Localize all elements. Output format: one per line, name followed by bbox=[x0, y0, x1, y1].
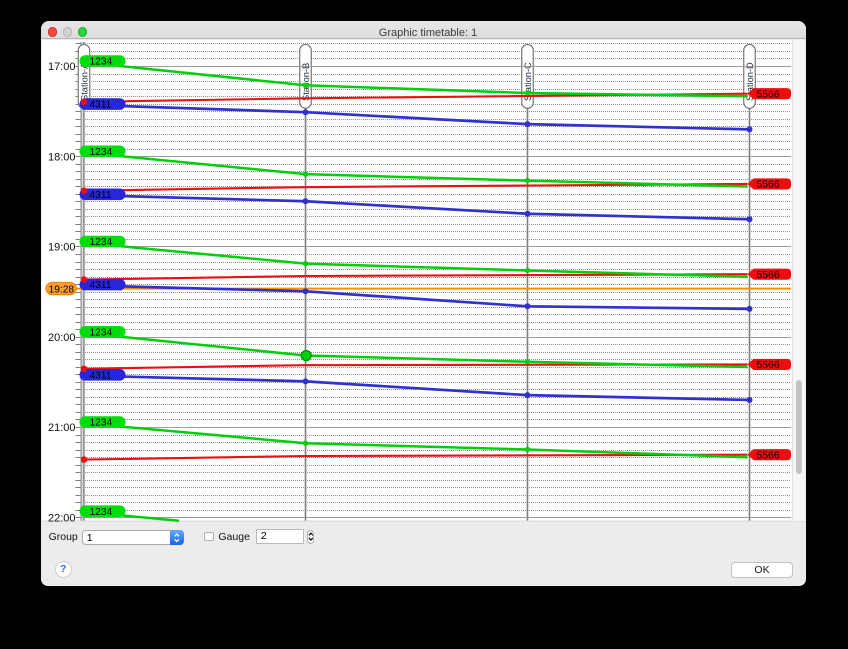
svg-text:1234: 1234 bbox=[90, 57, 113, 68]
svg-text:19:28: 19:28 bbox=[49, 284, 75, 295]
svg-text:22:00: 22:00 bbox=[48, 512, 76, 524]
svg-text:21:00: 21:00 bbox=[48, 422, 76, 434]
svg-text:4311: 4311 bbox=[90, 280, 112, 291]
svg-text:5566: 5566 bbox=[757, 180, 780, 191]
svg-text:18:00: 18:00 bbox=[48, 151, 76, 163]
svg-text:4311: 4311 bbox=[90, 100, 112, 111]
svg-text:17:00: 17:00 bbox=[48, 61, 76, 73]
svg-text:Station-A: Station-A bbox=[79, 62, 89, 101]
svg-text:5566: 5566 bbox=[757, 270, 780, 281]
svg-text:19:00: 19:00 bbox=[48, 242, 76, 254]
svg-text:Station-B: Station-B bbox=[301, 63, 311, 101]
svg-text:1234: 1234 bbox=[90, 418, 113, 429]
svg-text:5566: 5566 bbox=[757, 450, 780, 461]
svg-text:20:00: 20:00 bbox=[48, 332, 76, 344]
svg-text:4311: 4311 bbox=[90, 190, 112, 201]
svg-text:5566: 5566 bbox=[757, 89, 780, 100]
svg-text:5566: 5566 bbox=[757, 360, 780, 371]
svg-text:1234: 1234 bbox=[90, 147, 113, 158]
svg-text:1234: 1234 bbox=[90, 237, 113, 248]
svg-text:4311: 4311 bbox=[90, 370, 112, 381]
svg-text:1234: 1234 bbox=[90, 327, 113, 338]
svg-text:1234: 1234 bbox=[90, 507, 113, 518]
